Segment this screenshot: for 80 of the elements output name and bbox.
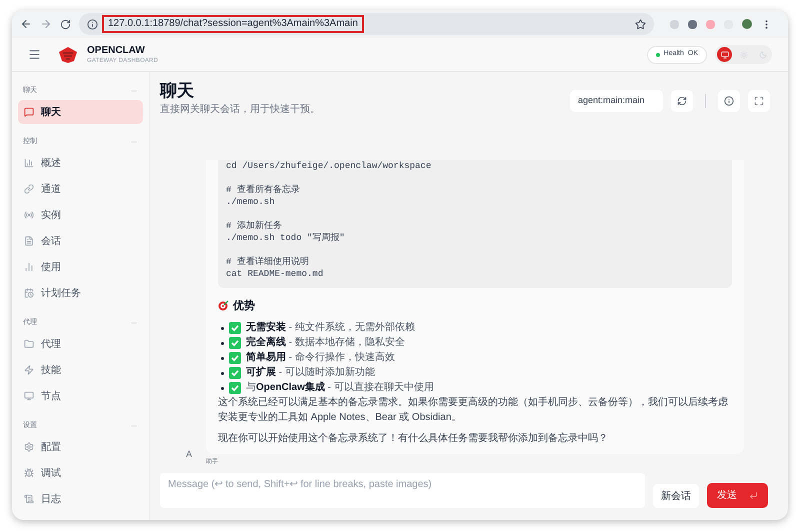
info-icon[interactable]	[87, 18, 98, 30]
sidebar-item[interactable]: 日志	[18, 487, 143, 511]
back-icon[interactable]	[20, 18, 32, 30]
brand-name: OPENCLAW	[87, 46, 146, 56]
profile-avatar[interactable]	[742, 19, 752, 29]
sidebar-icon	[24, 339, 34, 349]
new-session-button[interactable]: 新会话	[653, 484, 699, 508]
page-subtitle: 直接网关聊天会话，用于快速干预。	[160, 102, 320, 117]
page-title: 聊天	[160, 80, 195, 102]
list-item: 可扩展 - 可以随时添加新功能	[246, 367, 375, 379]
sidebar-icon	[24, 468, 34, 478]
sidebar-icon	[24, 391, 34, 401]
list-item: 无需安装 - 纯文件系统，无需外部依赖	[246, 322, 415, 334]
sidebar-item[interactable]: 计划任务	[18, 281, 143, 305]
sidebar-icon	[24, 288, 34, 298]
sidebar-icon	[24, 365, 34, 375]
checkmark-icon	[229, 322, 241, 334]
sidebar-item[interactable]: 实例	[18, 203, 143, 227]
list-item: 与OpenClaw集成 - 可以直接在聊天中使用	[246, 382, 434, 394]
list-item: 完全离线 - 数据本地存储，隐私安全	[246, 337, 405, 349]
message-input[interactable]: Message (↩ to send, Shift+↩ for line breaks, paste images)	[160, 473, 645, 508]
sidebar-item[interactable]: 聊天	[18, 100, 143, 124]
checkmark-icon	[229, 337, 241, 349]
section-heading: 优势	[233, 298, 255, 314]
checkmark-icon	[229, 367, 241, 379]
sidebar-item[interactable]: 概述	[18, 151, 143, 175]
menu-icon[interactable]	[28, 48, 41, 61]
code-line: cat README-memo.md	[226, 268, 324, 280]
avatar: A	[186, 448, 192, 460]
code-line: # 添加新任务	[226, 220, 283, 232]
target-icon	[218, 300, 229, 312]
sidebar-item[interactable]: 会话	[18, 229, 143, 253]
refresh-button[interactable]	[671, 90, 693, 112]
theme-icon	[758, 50, 766, 58]
bullet-icon	[221, 342, 224, 344]
sidebar-icon	[24, 210, 34, 220]
theme-icon	[720, 50, 728, 58]
bullet-icon	[221, 372, 224, 374]
sidebar-icon	[24, 184, 34, 194]
code-line: # 查看所有备忘录	[226, 184, 301, 196]
bullet-icon	[221, 386, 224, 390]
enter-key-icon	[749, 491, 758, 500]
message-paragraph: 现在你可以开始使用这个备忘录系统了！有什么具体任务需要我帮你添加到备忘录中吗？	[218, 432, 609, 446]
sidebar-icon	[24, 158, 34, 168]
sidebar-icon	[24, 262, 34, 272]
reload-icon[interactable]	[60, 18, 71, 30]
sidebar-item[interactable]: 通道	[18, 177, 143, 201]
bullet-icon	[221, 356, 224, 360]
url-text: 127.0.0.1:18789/chat?session=agent%3Amain%3Amain	[102, 15, 364, 33]
bullet-icon	[221, 326, 224, 330]
refresh-icon	[677, 96, 687, 106]
send-button[interactable]: 发送	[707, 483, 768, 508]
sidebar-item[interactable]: 使用	[18, 255, 143, 279]
info-button[interactable]	[718, 90, 740, 112]
info-icon	[724, 96, 734, 106]
sidebar-icon	[24, 442, 34, 452]
code-line: ./memo.sh todo "写周报"	[226, 232, 346, 244]
code-line: cd /Users/zhufeige/.openclaw/workspace	[226, 160, 432, 172]
code-line: ./memo.sh	[226, 196, 276, 208]
sidebar-item[interactable]: 调试	[18, 461, 143, 485]
sidebar-item[interactable]: 节点	[18, 384, 143, 408]
bookmark-star-icon[interactable]	[635, 18, 646, 30]
forward-icon[interactable]	[40, 18, 52, 30]
session-select[interactable]: agent:main:main	[570, 90, 663, 112]
theme-button[interactable]	[717, 47, 732, 62]
list-item: 简单易用 - 命令行操作，快速高效	[246, 352, 395, 364]
code-line: # 查看详细使用说明	[226, 256, 310, 268]
sidebar-item[interactable]: 技能	[18, 358, 143, 382]
address-bar[interactable]: 127.0.0.1:18789/chat?session=agent%3Amain%3Amain	[79, 13, 654, 35]
sidebar-icon	[24, 107, 34, 117]
logo-icon	[57, 46, 79, 64]
sidebar-item[interactable]: 代理	[18, 332, 143, 356]
checkmark-icon	[229, 382, 241, 394]
sidebar-item[interactable]: 配置	[18, 435, 143, 459]
sidebar-icon	[24, 494, 34, 504]
sidebar-icon	[24, 236, 34, 246]
theme-icon	[740, 50, 748, 58]
message-paragraph: 这个系统已经可以满足基本的备忘录需求。如果你需要更高级的功能（如手机同步、云备份等），我们可以后续考虑安装更专业的工具如 Apple Notes、Bear 或 Obsidian。	[218, 396, 729, 425]
checkmark-icon	[229, 352, 241, 364]
expand-icon	[754, 96, 764, 106]
